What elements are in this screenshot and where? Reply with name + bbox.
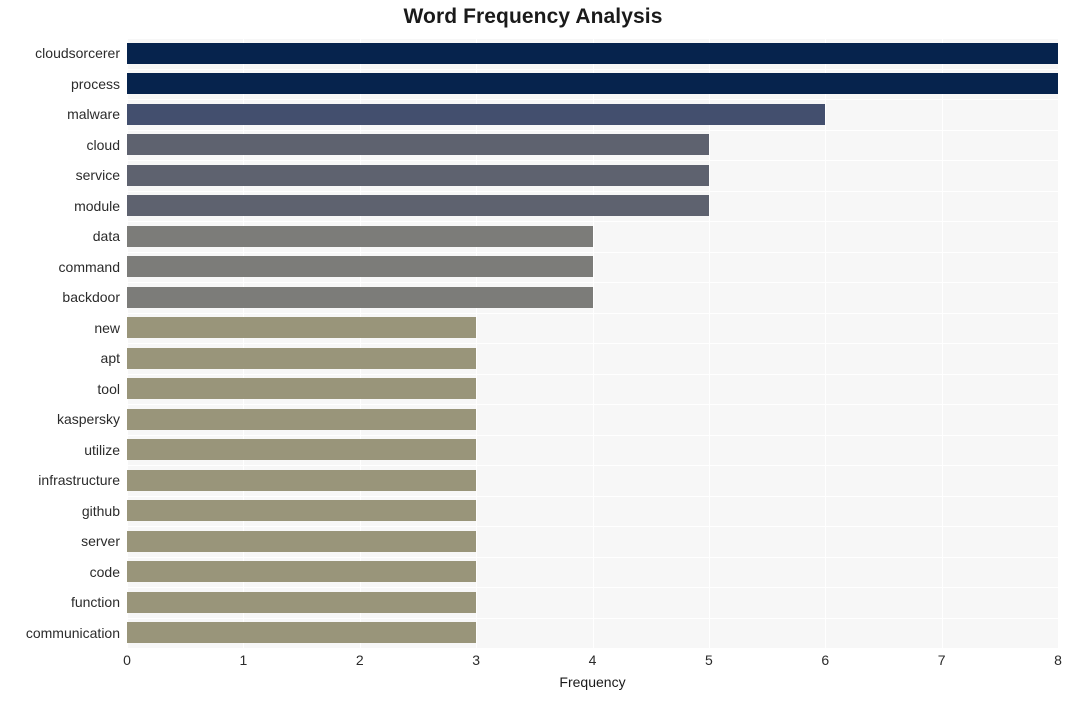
bar bbox=[127, 73, 1058, 95]
y-axis-tick-label: apt bbox=[100, 350, 120, 367]
y-axis-tick-label: kaspersky bbox=[56, 411, 120, 428]
x-axis-tick-labels: 0 1 2 3 4 5 6 7 8 bbox=[0, 652, 1066, 676]
y-axis-tick-label: communication bbox=[25, 624, 120, 641]
y-axis-tick-label: utilize bbox=[84, 441, 120, 458]
bar bbox=[127, 103, 826, 125]
x-axis-tick-label: 2 bbox=[355, 652, 364, 668]
bar bbox=[127, 378, 477, 400]
x-axis-tick-label: 1 bbox=[239, 652, 248, 668]
bar bbox=[127, 164, 709, 186]
bar bbox=[127, 134, 709, 156]
x-axis-tick-label: 5 bbox=[704, 652, 713, 668]
chart-title: Word Frequency Analysis bbox=[403, 5, 663, 28]
x-axis-title: Frequency bbox=[559, 674, 626, 690]
y-axis-tick-label: command bbox=[58, 258, 120, 275]
y-axis-tick-label: module bbox=[74, 197, 120, 214]
y-axis-tick-label: github bbox=[81, 502, 120, 519]
bars-layer bbox=[127, 38, 1058, 648]
chart-figure: Word Frequency Analysis cloudsorcerer pro… bbox=[0, 0, 1066, 701]
bar bbox=[127, 317, 477, 339]
x-axis-tick-label: 4 bbox=[588, 652, 597, 668]
bar bbox=[127, 225, 593, 247]
y-axis-tick-label: new bbox=[94, 319, 120, 336]
y-axis-tick-label: process bbox=[70, 75, 120, 92]
bar bbox=[127, 347, 477, 369]
y-axis-tick-label: code bbox=[89, 563, 120, 580]
y-axis-tick-label: tool bbox=[97, 380, 120, 397]
x-axis-tick-label: 3 bbox=[472, 652, 481, 668]
bar bbox=[127, 286, 593, 308]
y-axis-tick-labels: cloudsorcerer process malware cloud service m… bbox=[0, 38, 120, 648]
y-axis-tick-label: infrastructure bbox=[38, 472, 120, 489]
bar bbox=[127, 439, 477, 461]
y-axis-tick-label: data bbox=[92, 228, 120, 245]
y-axis-tick-label: function bbox=[70, 594, 120, 611]
bar bbox=[127, 622, 477, 644]
bar bbox=[127, 500, 477, 522]
bar bbox=[127, 256, 593, 278]
bar bbox=[127, 561, 477, 583]
bar bbox=[127, 591, 477, 613]
y-axis-tick-label: cloud bbox=[86, 136, 120, 153]
x-axis-tick-label: 7 bbox=[937, 652, 946, 668]
x-axis-tick-label: 6 bbox=[821, 652, 830, 668]
bar bbox=[127, 469, 477, 491]
y-axis-tick-label: cloudsorcerer bbox=[35, 45, 120, 62]
bar bbox=[127, 408, 477, 430]
bar bbox=[127, 530, 477, 552]
bar bbox=[127, 195, 709, 217]
x-axis-tick-label: 0 bbox=[123, 652, 131, 668]
y-axis-tick-label: backdoor bbox=[62, 289, 120, 306]
y-axis-tick-label: service bbox=[75, 167, 120, 184]
y-axis-tick-label: malware bbox=[67, 106, 120, 123]
x-axis-tick-label: 8 bbox=[1054, 652, 1062, 668]
bar bbox=[127, 42, 1058, 64]
plot-area bbox=[127, 38, 1058, 648]
y-axis-tick-label: server bbox=[81, 533, 120, 550]
